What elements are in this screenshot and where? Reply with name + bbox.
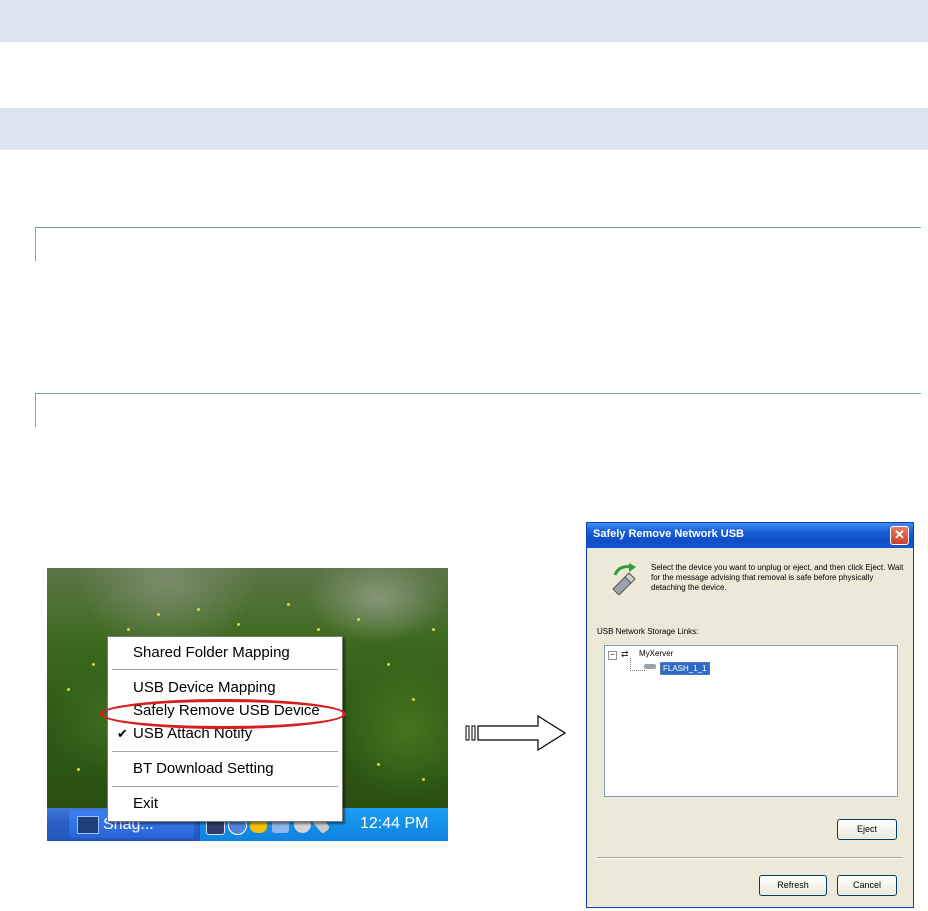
- dialog-divider: [597, 857, 903, 859]
- dialog-title: Safely Remove Network USB: [593, 528, 744, 540]
- menu-item-label: USB Device Mapping: [133, 679, 276, 696]
- dialog-instructions: Select the device you want to unplug or …: [651, 563, 904, 592]
- menu-item-label: Exit: [133, 795, 159, 812]
- header-band: [0, 0, 928, 42]
- safely-remove-dialog: Safely Remove Network USB ✕ Select the d…: [586, 522, 914, 908]
- usb-icon: ⇄: [621, 649, 629, 659]
- menu-separator: [112, 751, 338, 753]
- tray-context-menu: Shared Folder Mapping USB Device Mapping…: [107, 636, 343, 822]
- tree-connector: [630, 658, 645, 671]
- menu-item-label: BT Download Setting: [133, 760, 274, 777]
- tree-collapse-toggle[interactable]: −: [608, 651, 617, 660]
- menu-separator: [112, 786, 338, 788]
- section-rule: [35, 393, 921, 427]
- menu-separator: [112, 669, 338, 671]
- subheader-band: [0, 108, 928, 150]
- tree-node-flash[interactable]: FLASH_1_1: [660, 662, 710, 675]
- clock: 12:44 PM: [360, 815, 429, 832]
- menu-item-exit[interactable]: Exit: [108, 793, 342, 815]
- tree-node-server[interactable]: MyXerver: [639, 649, 673, 658]
- section-rule: [35, 227, 921, 261]
- flash-drive-icon: [644, 664, 656, 669]
- cancel-button[interactable]: Cancel: [837, 875, 897, 896]
- storage-tree[interactable]: − ⇄ MyXerver FLASH_1_1: [604, 645, 898, 797]
- dialog-titlebar[interactable]: Safely Remove Network USB ✕: [587, 523, 913, 548]
- storage-links-label: USB Network Storage Links:: [597, 627, 699, 636]
- menu-item-usb-device-mapping[interactable]: USB Device Mapping: [108, 677, 342, 699]
- usb-remove-icon: [612, 563, 636, 595]
- highlight-ring: [100, 699, 346, 729]
- eject-button[interactable]: Eject: [837, 819, 897, 840]
- desktop-screenshot: Snag... 12:44 PM Shared Folder Mapping U…: [47, 568, 448, 841]
- snagit-icon: [77, 816, 99, 834]
- check-icon: ✔: [117, 726, 128, 741]
- menu-item-shared-folder-mapping[interactable]: Shared Folder Mapping: [108, 642, 342, 664]
- right-arrow-icon: [465, 715, 567, 751]
- refresh-button[interactable]: Refresh: [759, 875, 827, 896]
- menu-item-label: Shared Folder Mapping: [133, 644, 290, 661]
- close-button[interactable]: ✕: [890, 526, 909, 545]
- menu-item-bt-download-setting[interactable]: BT Download Setting: [108, 758, 342, 780]
